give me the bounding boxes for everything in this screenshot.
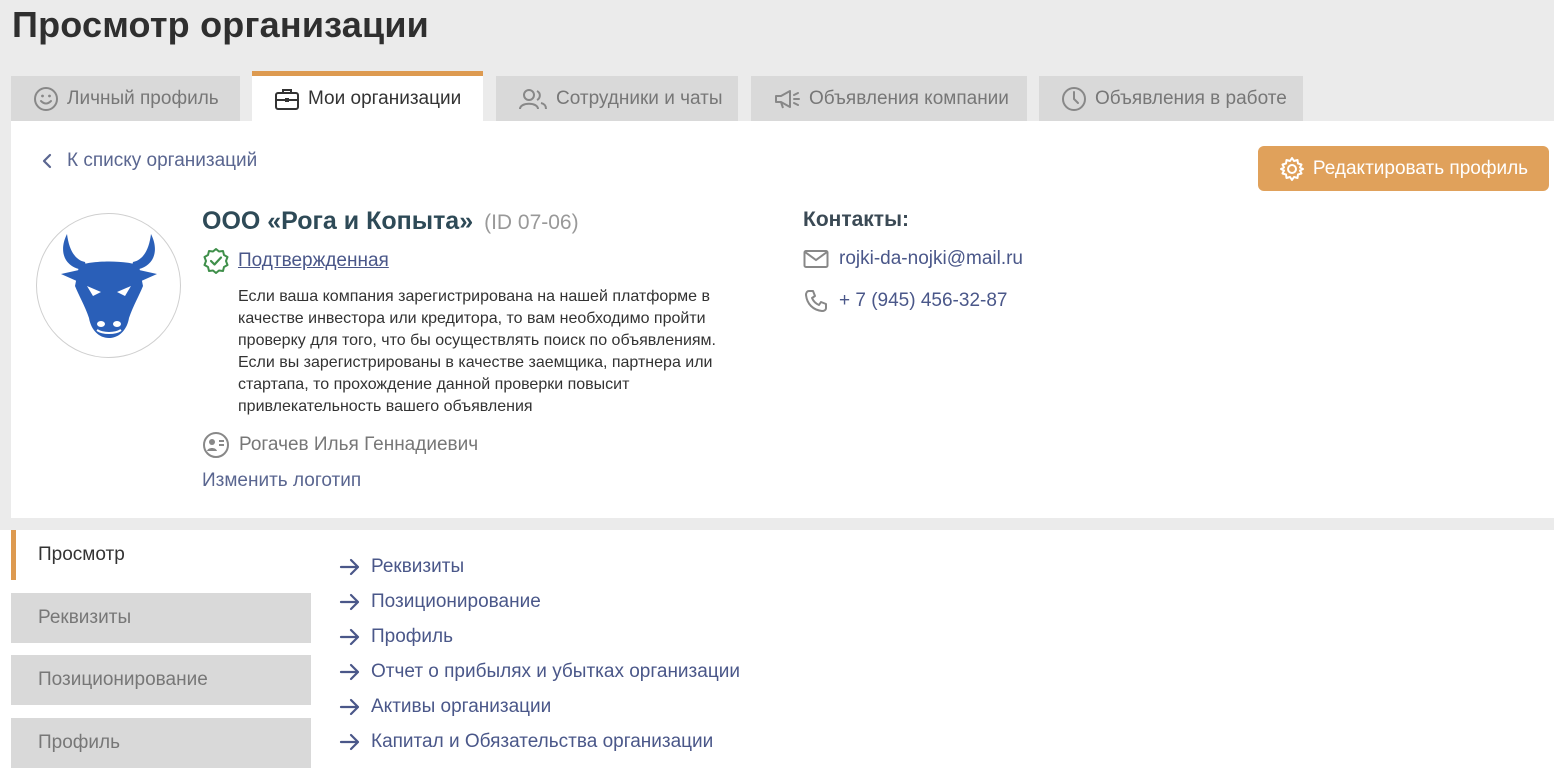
section-link-label: Профиль	[371, 626, 454, 647]
gear-icon	[1279, 156, 1304, 181]
section-link-capital-liabilities[interactable]: Капитал и Обязательства организации	[339, 731, 713, 753]
sidebar-item-profile[interactable]: Профиль	[11, 718, 311, 768]
chevron-left-icon	[42, 153, 52, 169]
change-logo-link[interactable]: Изменить логотип	[202, 470, 361, 492]
section-link-label: Отчет о прибылях и убытках организации	[371, 661, 740, 682]
tab-label: Мои организации	[308, 87, 462, 109]
contact-email[interactable]: rojki-da-nojki@mail.ru	[803, 248, 1023, 270]
sidebar-item-label: Позиционирование	[38, 669, 208, 690]
owner-name: Рогачев Илья Геннадиевич	[239, 434, 479, 455]
verification-status: Подтвержденная	[202, 247, 389, 275]
organization-card: К списку организаций Редактировать профи…	[11, 121, 1554, 518]
section-link-label: Реквизиты	[371, 556, 465, 577]
tab-label: Сотрудники и чаты	[556, 87, 723, 109]
contact-phone[interactable]: + 7 (945) 456-32-87	[803, 288, 1007, 314]
tab-ads-in-work[interactable]: Объявления в работе	[1039, 76, 1303, 121]
arrow-right-icon	[339, 628, 360, 646]
tab-label: Личный профиль	[67, 87, 219, 109]
arrow-right-icon	[339, 663, 360, 681]
section-link-label: Капитал и Обязательства организации	[371, 731, 714, 752]
section-link-label: Позиционирование	[371, 591, 541, 612]
sidebar-item-label: Просмотр	[38, 544, 125, 565]
smiley-icon	[34, 86, 58, 111]
megaphone-icon	[775, 89, 800, 108]
edit-profile-label: Редактировать профиль	[1312, 157, 1529, 179]
verification-note: Если ваша компания зарегистрирована на н…	[238, 288, 716, 415]
section-link-profile[interactable]: Профиль	[339, 626, 453, 648]
tab-label: Объявления компании	[809, 87, 1009, 109]
tab-my-organizations[interactable]: Мои организации	[252, 71, 483, 121]
sidebar-item-label: Реквизиты	[38, 607, 132, 628]
briefcase-icon	[275, 88, 299, 110]
organization-owner: Рогачев Илья Геннадиевич	[202, 431, 478, 459]
tab-label: Объявления в работе	[1095, 87, 1287, 109]
tab-employees-chats[interactable]: Сотрудники и чаты	[496, 76, 738, 121]
clock-icon	[1062, 86, 1086, 111]
sidebar-item-requisites[interactable]: Реквизиты	[11, 593, 311, 643]
organization-name-text: ООО «Рога и Копыта»	[202, 207, 474, 235]
bull-logo-icon	[60, 233, 157, 338]
section-link-profit-loss[interactable]: Отчет о прибылях и убытках организации	[339, 661, 740, 683]
contacts-title: Контакты:	[803, 208, 910, 231]
mail-icon	[803, 250, 829, 268]
section-link-label: Активы организации	[371, 696, 552, 717]
phone-value: + 7 (945) 456-32-87	[839, 290, 1008, 311]
section-link-assets[interactable]: Активы организации	[339, 696, 551, 718]
back-link-label: К списку организаций	[67, 150, 258, 171]
sidebar-item-label: Профиль	[38, 732, 121, 753]
organization-logo	[36, 213, 181, 358]
arrow-right-icon	[339, 558, 360, 576]
section-link-requisites[interactable]: Реквизиты	[339, 556, 464, 578]
arrow-right-icon	[339, 733, 360, 751]
verified-status-link[interactable]: Подтвержденная	[238, 250, 389, 272]
sidebar-item-view[interactable]: Просмотр	[11, 530, 311, 580]
phone-icon	[805, 290, 827, 312]
arrow-right-icon	[339, 593, 360, 611]
page-title: Просмотр организации	[12, 4, 429, 45]
organization-name: ООО «Рога и Копыта» (ID 07-06)	[202, 207, 579, 236]
edit-profile-button[interactable]: Редактировать профиль	[1258, 146, 1549, 191]
sidebar-item-positioning[interactable]: Позиционирование	[11, 655, 311, 705]
tab-company-ads[interactable]: Объявления компании	[751, 76, 1027, 121]
organization-id: (ID 07-06)	[484, 211, 579, 234]
users-icon	[519, 88, 547, 109]
user-circle-icon	[203, 432, 229, 458]
tab-personal-profile[interactable]: Личный профиль	[11, 76, 240, 121]
back-to-list-link[interactable]: К списку организаций	[41, 150, 257, 172]
verified-badge-icon	[203, 248, 229, 274]
details-section: Просмотр Реквизиты Позиционирование Проф…	[0, 530, 1554, 772]
email-value: rojki-da-nojki@mail.ru	[839, 248, 1023, 269]
section-link-positioning[interactable]: Позиционирование	[339, 591, 541, 613]
arrow-right-icon	[339, 698, 360, 716]
